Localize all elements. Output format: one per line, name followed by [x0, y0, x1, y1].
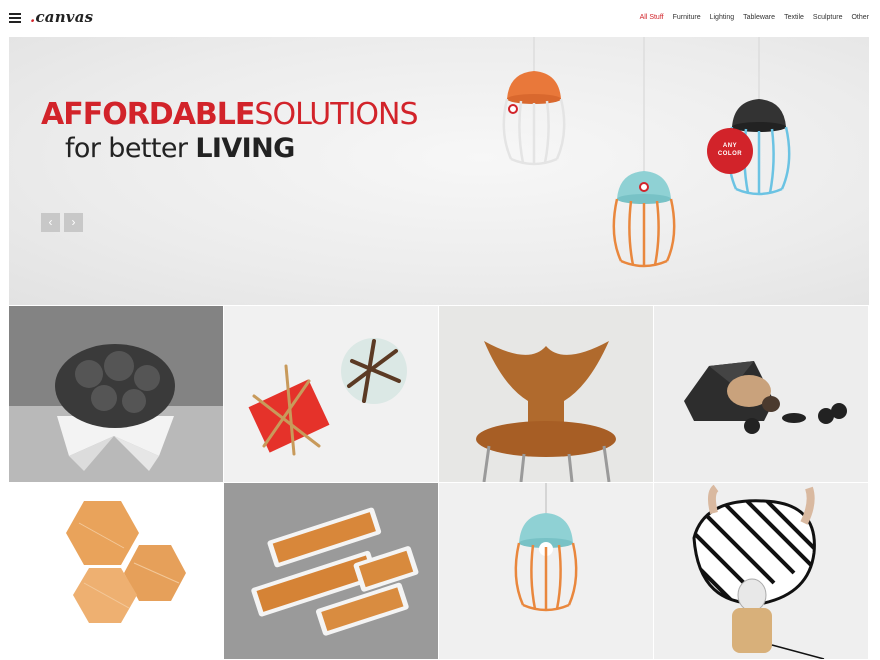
- nav-textile[interactable]: Textile: [784, 14, 804, 21]
- badge-line1: ANY: [722, 143, 738, 149]
- lamp-image-blue-orange: [612, 37, 676, 268]
- header: .canvas All Stuff Furniture Lighting Tab…: [0, 0, 880, 37]
- nav-tableware[interactable]: Tableware: [743, 14, 775, 21]
- portfolio-item-trivets[interactable]: [224, 306, 438, 482]
- lamp-image-orange: [502, 37, 566, 166]
- trivets-image: [224, 306, 438, 482]
- nav-furniture[interactable]: Furniture: [673, 14, 701, 21]
- wooden-chair-image: [439, 306, 653, 482]
- chair-image: [9, 306, 223, 482]
- striped-lamp-image: [654, 483, 868, 659]
- nav-sculpture[interactable]: Sculpture: [813, 14, 843, 21]
- portfolio-item-striped-lamp[interactable]: [654, 483, 868, 659]
- lamp-image: [439, 483, 653, 659]
- portfolio-grid: [9, 306, 869, 660]
- hero-slider: AFFORDABLESOLUTIONS for better LIVING ‹ …: [9, 37, 869, 305]
- logo[interactable]: .canvas: [30, 8, 93, 26]
- hero-subline: for better LIVING: [65, 135, 295, 162]
- portfolio-item-hexagon-tiles[interactable]: [9, 483, 223, 659]
- dog-bed-image: [654, 306, 868, 482]
- hexagon-tiles-image: [9, 483, 223, 659]
- trays-image: [224, 483, 438, 659]
- logo-text: canvas: [35, 8, 94, 26]
- lamp-image-black-blue: [727, 37, 791, 196]
- nav-lighting[interactable]: Lighting: [710, 14, 735, 21]
- portfolio-item-lamp[interactable]: [439, 483, 653, 659]
- slider-next-button[interactable]: ›: [64, 213, 83, 232]
- subline-light: for better: [65, 133, 196, 164]
- slider-prev-button[interactable]: ‹: [41, 213, 60, 232]
- portfolio-item-trays[interactable]: [224, 483, 438, 659]
- menu-icon[interactable]: [9, 13, 21, 23]
- headline-light: SOLUTIONS: [254, 97, 418, 132]
- headline-bold: AFFORDABLE: [41, 97, 255, 132]
- portfolio-item-wooden-chair[interactable]: [439, 306, 653, 482]
- badge-line2: COLOR: [717, 151, 743, 157]
- portfolio-item-dog-bed[interactable]: [654, 306, 868, 482]
- hero-headline: AFFORDABLESOLUTIONS: [41, 97, 419, 132]
- portfolio-item-chair[interactable]: [9, 306, 223, 482]
- subline-bold: LIVING: [195, 133, 295, 164]
- nav-other[interactable]: Other: [851, 14, 869, 21]
- nav-all-stuff[interactable]: All Stuff: [640, 14, 664, 21]
- top-nav: All Stuff Furniture Lighting Tableware T…: [640, 14, 869, 21]
- any-color-badge: ANY COLOR: [707, 128, 753, 174]
